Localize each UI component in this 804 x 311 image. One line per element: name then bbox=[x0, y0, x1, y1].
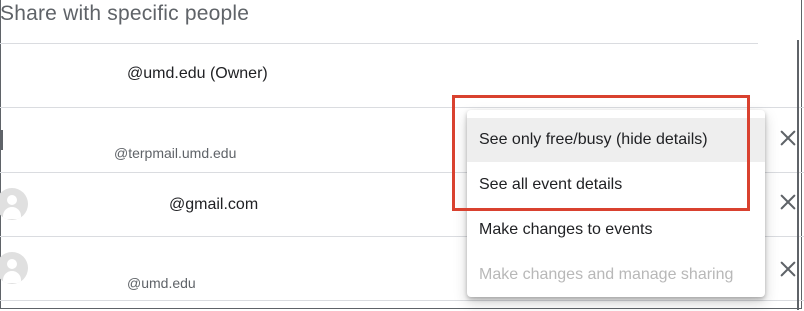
close-icon[interactable] bbox=[778, 128, 798, 148]
person-email: @umd.edu bbox=[127, 275, 196, 291]
permission-menu: See only free/busy (hide details) See al… bbox=[467, 110, 765, 297]
menu-item-make-changes[interactable]: Make changes to events bbox=[467, 208, 765, 252]
scrollbar[interactable] bbox=[797, 40, 799, 310]
divider bbox=[0, 300, 804, 301]
person-email: @gmail.com bbox=[169, 196, 259, 213]
menu-item-all-details[interactable]: See all event details bbox=[467, 163, 765, 207]
close-icon[interactable] bbox=[778, 192, 798, 212]
menu-item-free-busy[interactable]: See only free/busy (hide details) bbox=[467, 118, 765, 162]
menu-item-manage-sharing: Make changes and manage sharing bbox=[479, 266, 734, 283]
avatar bbox=[0, 130, 3, 150]
section-title: Share with specific people bbox=[0, 2, 250, 25]
person-email-owner: @umd.edu (Owner) bbox=[127, 65, 268, 82]
divider bbox=[0, 107, 804, 108]
person-email: @terpmail.umd.edu bbox=[114, 145, 237, 161]
divider bbox=[0, 43, 758, 44]
close-icon[interactable] bbox=[778, 259, 798, 279]
